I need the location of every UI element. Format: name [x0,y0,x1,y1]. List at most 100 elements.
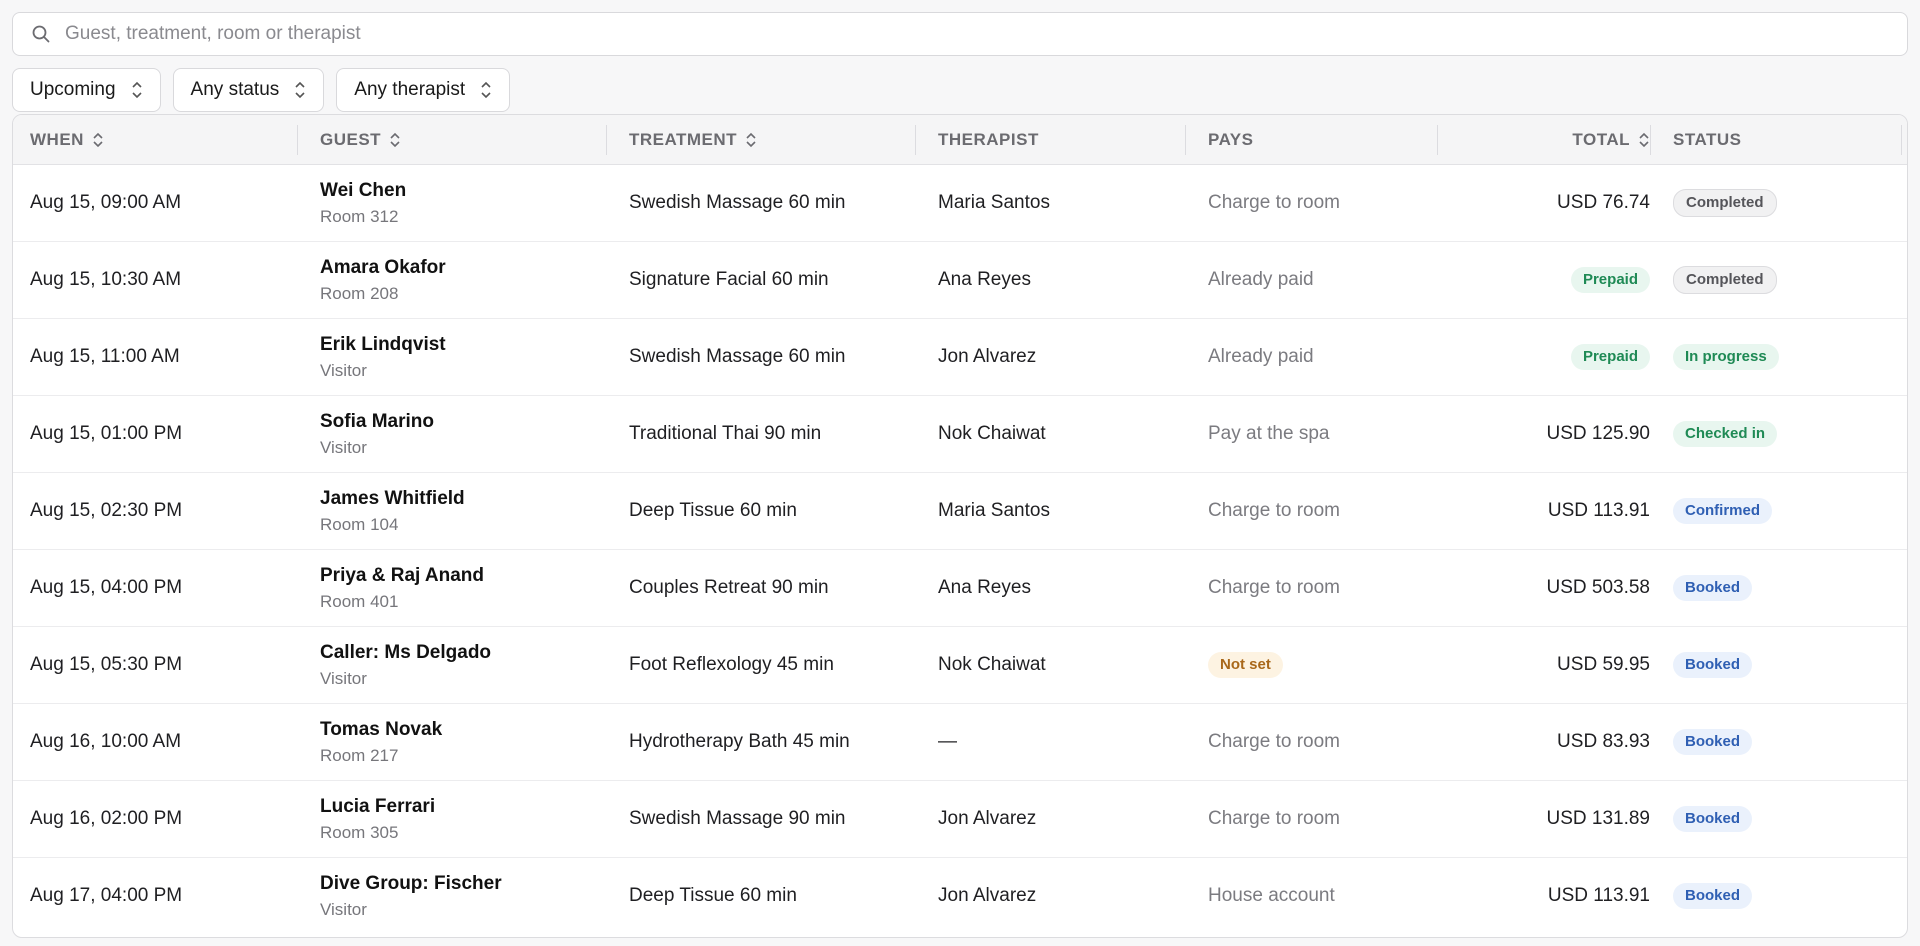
table-header: WHEN GUEST TREATMENT THERAPIST PAYS TOTA… [13,115,1907,165]
cell-pays: Charge to room [1208,704,1438,780]
payment-method: Charge to room [1208,808,1341,829]
cell-total: USD 113.91 [1443,858,1650,934]
cell-therapist: — [938,704,1188,780]
cell-when: Aug 15, 09:00 AM [30,165,290,241]
guest-room: Room 104 [320,514,399,534]
prepaid-badge: Prepaid [1570,344,1650,370]
cell-pays: Already paid [1208,319,1438,395]
payment-method: Already paid [1208,346,1314,367]
table-row[interactable]: Aug 16, 10:00 AM Tomas Novak Room 217 Hy… [13,704,1907,781]
guest-room: Room 312 [320,206,399,226]
chevron-up-down-icon [130,80,144,100]
guest-room: Visitor [320,668,367,688]
cell-therapist: Ana Reyes [938,242,1188,318]
guest-name: Erik Lindqvist [320,333,446,355]
table-row[interactable]: Aug 15, 04:00 PM Priya & Raj Anand Room … [13,550,1907,627]
cell-guest: Dive Group: Fischer Visitor [320,858,600,934]
column-status: STATUS [1673,115,1873,165]
table-row[interactable]: Aug 15, 05:30 PM Caller: Ms Delgado Visi… [13,627,1907,704]
cell-total: Prepaid [1443,242,1650,318]
guest-room: Room 305 [320,822,399,842]
cell-pays: Not set [1208,627,1438,703]
therapist-name: Ana Reyes [938,577,1031,598]
cell-treatment: Foot Reflexology 45 min [629,627,909,703]
column-divider [606,125,607,155]
cell-therapist: Jon Alvarez [938,781,1188,857]
guest-room: Visitor [320,899,367,919]
column-guest-label: GUEST [320,130,382,149]
sort-icon [389,131,401,149]
filter-status[interactable]: Any status [172,68,325,112]
therapist-name: Jon Alvarez [938,808,1037,829]
booking-time: Aug 16, 02:00 PM [30,808,183,829]
column-divider [297,125,298,155]
table-row[interactable]: Aug 16, 02:00 PM Lucia Ferrari Room 305 … [13,781,1907,858]
table-row[interactable]: Aug 17, 04:00 PM Dive Group: Fischer Vis… [13,858,1907,935]
table-row[interactable]: Aug 15, 10:30 AM Amara Okafor Room 208 S… [13,242,1907,319]
column-when[interactable]: WHEN [30,115,290,165]
guest-room: Room 208 [320,283,399,303]
status-badge: Booked [1673,729,1753,755]
cell-guest: Sofia Marino Visitor [320,396,600,472]
booking-time: Aug 15, 02:30 PM [30,500,183,521]
column-treatment[interactable]: TREATMENT [629,115,909,165]
column-status-label: STATUS [1673,130,1742,149]
cell-when: Aug 15, 05:30 PM [30,627,290,703]
status-badge: Booked [1673,575,1753,601]
status-badge: In progress [1673,344,1779,370]
search-input[interactable] [65,14,1907,54]
cell-treatment: Traditional Thai 90 min [629,396,909,472]
cell-treatment: Deep Tissue 60 min [629,473,909,549]
treatment-name: Swedish Massage 90 min [629,808,846,829]
booking-time: Aug 17, 04:00 PM [30,885,183,906]
table-row[interactable]: Aug 15, 09:00 AM Wei Chen Room 312 Swedi… [13,165,1907,242]
total-amount: USD 113.91 [1547,885,1650,906]
treatment-name: Swedish Massage 60 min [629,346,846,367]
guest-room: Visitor [320,437,367,457]
status-badge: Booked [1673,883,1753,909]
therapist-name: Jon Alvarez [938,885,1037,906]
total-amount: USD 76.74 [1557,192,1650,213]
filter-therapist[interactable]: Any therapist [336,68,511,112]
column-guest[interactable]: GUEST [320,115,600,165]
column-pays-label: PAYS [1208,130,1254,149]
filter-timeframe[interactable]: Upcoming [12,68,161,112]
search-bar[interactable] [12,12,1908,56]
table-row[interactable]: Aug 15, 02:30 PM James Whitfield Room 10… [13,473,1907,550]
search-icon [31,24,51,44]
payment-method: Already paid [1208,269,1314,290]
cell-total: USD 76.74 [1443,165,1650,241]
cell-status: Completed [1673,242,1893,318]
cell-total: USD 113.91 [1443,473,1650,549]
guest-name: Dive Group: Fischer [320,872,502,894]
table-row[interactable]: Aug 15, 01:00 PM Sofia Marino Visitor Tr… [13,396,1907,473]
payment-badge: Not set [1208,652,1283,678]
payment-method: Charge to room [1208,500,1341,521]
payment-method: Charge to room [1208,577,1341,598]
cell-treatment: Swedish Massage 60 min [629,165,909,241]
cell-guest: Erik Lindqvist Visitor [320,319,600,395]
cell-status: Booked [1673,627,1893,703]
cell-total: USD 503.58 [1443,550,1650,626]
sort-icon [745,131,757,149]
guest-room: Room 217 [320,745,399,765]
treatment-name: Signature Facial 60 min [629,269,829,290]
therapist-name: Jon Alvarez [938,346,1037,367]
cell-treatment: Swedish Massage 60 min [629,319,909,395]
cell-pays: Charge to room [1208,473,1438,549]
prepaid-badge: Prepaid [1570,267,1650,293]
guest-name: Wei Chen [320,179,407,201]
filter-bar: Upcoming Any status Any therapist [12,68,1908,112]
chevron-up-down-icon [293,80,307,100]
cell-pays: Charge to room [1208,781,1438,857]
cell-therapist: Jon Alvarez [938,858,1188,934]
guest-name: James Whitfield [320,487,465,509]
payment-method: House account [1208,885,1335,906]
status-badge: Booked [1673,652,1753,678]
status-badge: Checked in [1673,421,1778,447]
table-row[interactable]: Aug 15, 11:00 AM Erik Lindqvist Visitor … [13,319,1907,396]
column-total[interactable]: TOTAL [1443,115,1650,165]
total-amount: USD 131.89 [1546,808,1650,829]
bookings-table: WHEN GUEST TREATMENT THERAPIST PAYS TOTA… [12,114,1908,938]
cell-therapist: Ana Reyes [938,550,1188,626]
